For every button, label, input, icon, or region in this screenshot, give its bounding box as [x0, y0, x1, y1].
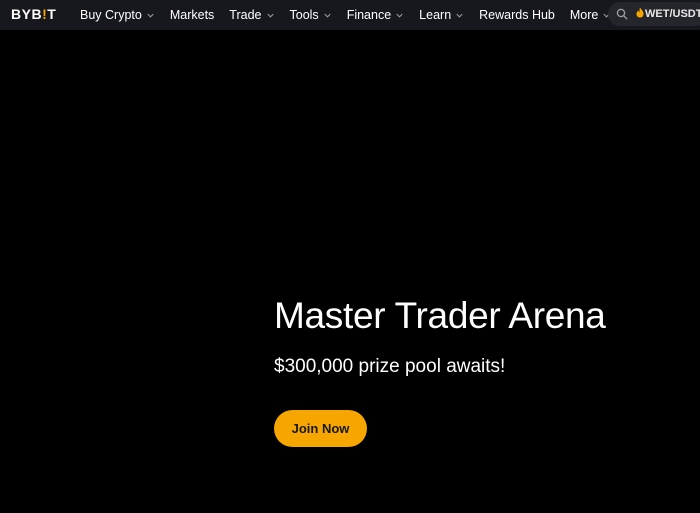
nav-item-tools[interactable]: Tools [290, 8, 332, 22]
nav-item-label: Rewards Hub [479, 8, 555, 22]
top-navbar: BYB! T Buy Crypto Markets Trade Tools Fin… [0, 0, 700, 30]
hero-subtitle: $300,000 prize pool awaits! [274, 356, 506, 377]
nav-item-trade[interactable]: Trade [229, 8, 274, 22]
chevron-down-icon [395, 11, 404, 20]
fire-icon [636, 7, 644, 21]
nav-item-label: Trade [229, 8, 262, 22]
nav-item-buy-crypto[interactable]: Buy Crypto [80, 8, 155, 22]
nav-item-rewards-hub[interactable]: Rewards Hub [479, 8, 555, 22]
nav-item-learn[interactable]: Learn [419, 8, 464, 22]
search-icon [616, 8, 628, 20]
bybit-logo[interactable]: BYB! T [11, 6, 56, 22]
search-input[interactable]: WET/USDT [608, 2, 700, 26]
chevron-down-icon [266, 11, 275, 20]
chevron-down-icon [146, 11, 155, 20]
chevron-down-icon [455, 11, 464, 20]
nav-item-finance[interactable]: Finance [347, 8, 404, 22]
nav-item-label: Markets [169, 8, 215, 22]
hero-title: Master Trader Arena [274, 295, 606, 336]
join-now-button[interactable]: Join Now [274, 410, 367, 447]
main-nav: Buy Crypto Markets Trade Tools Finance L… [80, 0, 626, 30]
nav-item-label: Tools [289, 8, 319, 22]
chevron-down-icon [323, 11, 332, 20]
nav-item-label: Learn [419, 8, 452, 22]
nav-item-label: Finance [346, 8, 392, 22]
logo-text-start: BYB [11, 6, 43, 22]
trending-pair-text: WET/USDT [645, 8, 700, 20]
logo-text-end: T [47, 6, 57, 22]
nav-item-label: More [569, 8, 599, 22]
nav-item-label: Buy Crypto [80, 8, 142, 22]
nav-item-markets[interactable]: Markets [170, 8, 214, 22]
nav-item-more[interactable]: More [570, 8, 611, 22]
